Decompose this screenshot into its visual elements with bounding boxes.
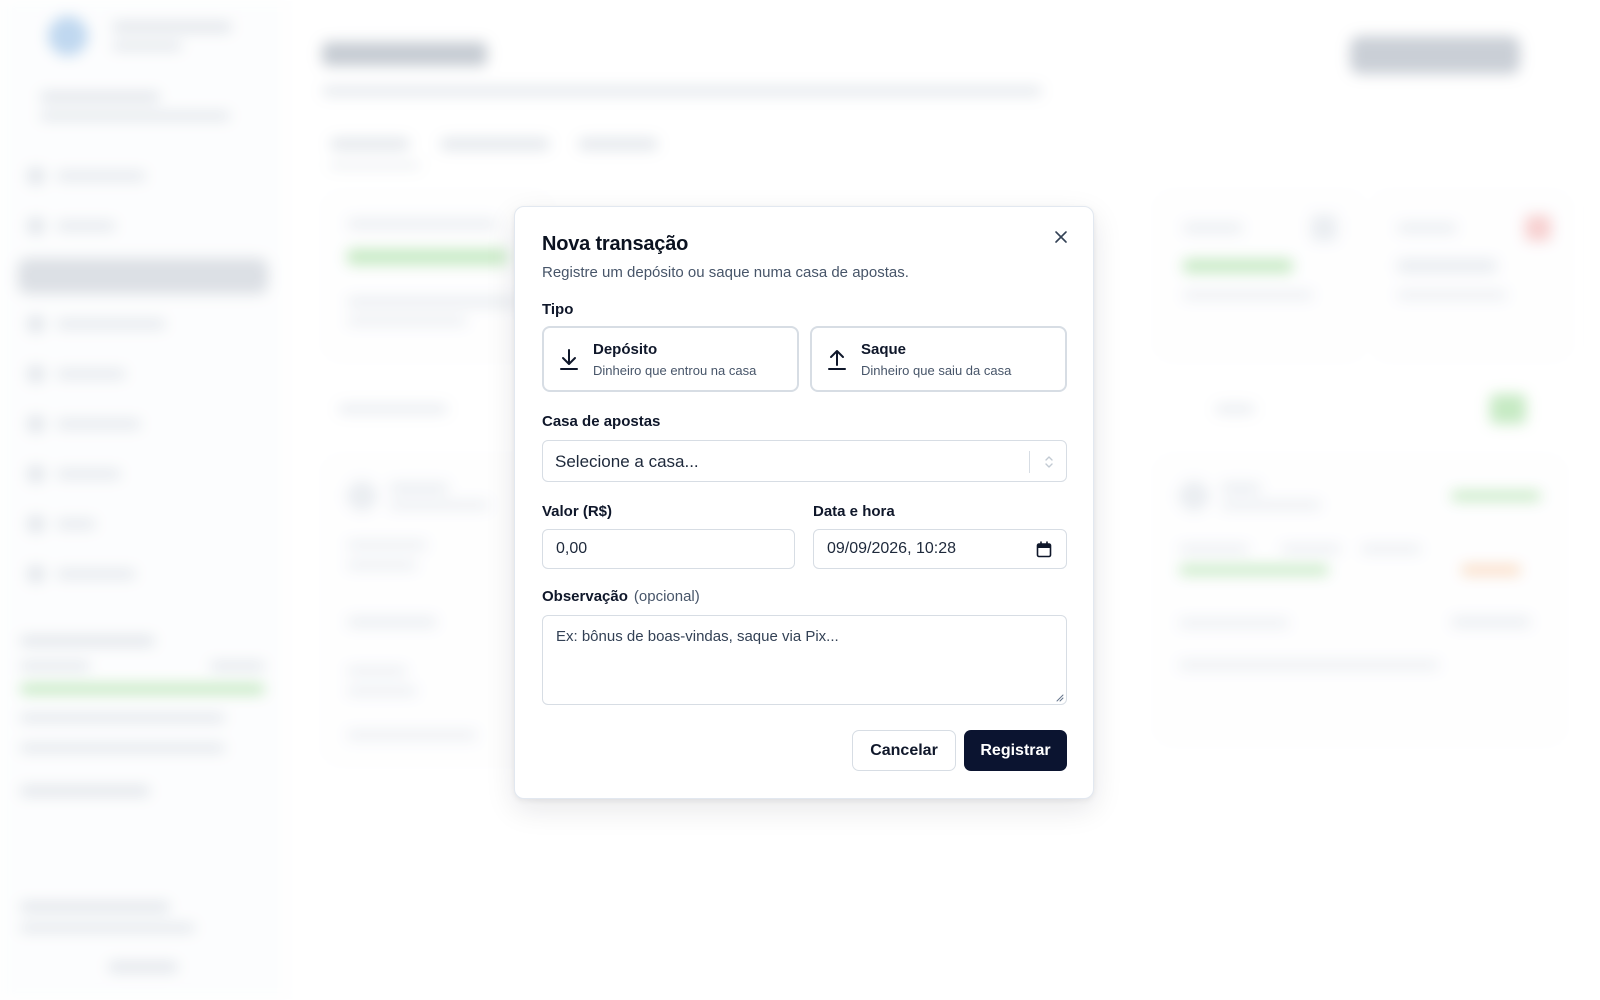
close-button[interactable] <box>1049 225 1073 249</box>
amount-input[interactable]: 0,00 <box>542 529 795 569</box>
datetime-value: 09/09/2026, 10:28 <box>827 540 957 557</box>
download-icon <box>560 349 578 370</box>
new-transaction-dialog: Nova transação Registre um depósito ou s… <box>514 206 1094 799</box>
note-label: Observação (opcional) <box>542 588 700 605</box>
amount-value: 0,00 <box>556 540 588 557</box>
register-button[interactable]: Registrar <box>964 730 1067 771</box>
select-separator <box>1029 451 1030 473</box>
chevron-up-down-icon <box>1045 456 1053 468</box>
type-option-withdrawal[interactable]: Saque Dinheiro que saiu da casa <box>810 326 1067 392</box>
cancel-button[interactable]: Cancelar <box>852 730 956 771</box>
note-optional-text: (opcional) <box>633 588 700 605</box>
close-icon <box>1055 231 1067 243</box>
type-label: Tipo <box>542 301 574 318</box>
datetime-label: Data e hora <box>813 503 895 520</box>
type-option-title: Depósito <box>593 341 658 358</box>
house-select[interactable]: Selecione a casa... <box>542 440 1067 482</box>
note-placeholder: Ex: bônus de boas-vindas, saque via Pix.… <box>556 628 839 645</box>
type-option-title: Saque <box>861 341 907 358</box>
datetime-input[interactable]: 09/09/2026, 10:28 <box>813 529 1067 569</box>
resize-handle-icon[interactable] <box>1054 692 1064 702</box>
type-option-subtitle: Dinheiro que entrou na casa <box>593 363 757 378</box>
dialog-description: Registre um depósito ou saque numa casa … <box>542 264 909 281</box>
note-textarea[interactable]: Ex: bônus de boas-vindas, saque via Pix.… <box>542 615 1067 705</box>
house-select-value: Selecione a casa... <box>555 452 699 471</box>
house-label: Casa de apostas <box>542 413 661 430</box>
amount-label: Valor (R$) <box>542 503 613 520</box>
note-label-text: Observação <box>542 588 628 605</box>
type-option-subtitle: Dinheiro que saiu da casa <box>861 363 1012 378</box>
upload-icon <box>828 350 846 370</box>
calendar-icon[interactable] <box>1036 541 1052 558</box>
type-option-deposit[interactable]: Depósito Dinheiro que entrou na casa <box>542 326 799 392</box>
dialog-title: Nova transação <box>542 233 689 255</box>
